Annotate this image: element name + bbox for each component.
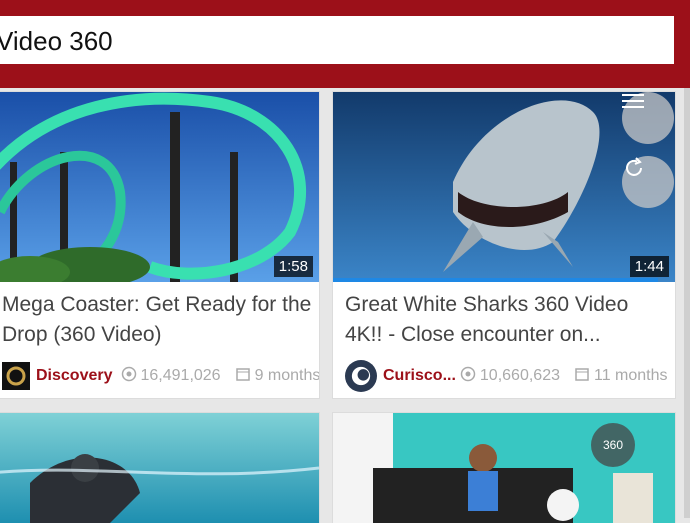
video-duration: 1:58 (273, 256, 313, 277)
view-count: 16,491,026 (140, 367, 221, 384)
watch-progress (333, 278, 658, 282)
channel-avatar[interactable] (345, 360, 377, 392)
360-video-badge: 360 (591, 423, 635, 467)
search-input[interactable] (0, 16, 678, 66)
app-header (0, 0, 690, 88)
video-title[interactable]: Mega Coaster: Get Ready for the Drop (36… (2, 290, 319, 350)
video-card[interactable]: 1:44 Great White Sharks 360 Video 4K!! -… (333, 92, 675, 398)
video-card[interactable]: 360 (333, 413, 675, 523)
video-thumbnail[interactable]: 1:44 (333, 92, 675, 282)
calendar-icon (574, 366, 590, 387)
upload-age: 11 months (593, 367, 668, 384)
video-card[interactable] (0, 413, 319, 523)
video-duration: 1:44 (629, 256, 669, 277)
scrollbar-track[interactable] (684, 88, 690, 518)
video-thumbnail[interactable]: 1:58 (0, 92, 319, 282)
channel-name[interactable]: Discovery (36, 367, 113, 385)
hamburger-icon (622, 94, 644, 108)
video-meta: Discovery 16,491,026 9 months (2, 362, 319, 390)
calendar-icon (235, 366, 251, 387)
menu-button[interactable] (622, 92, 674, 144)
eye-icon (121, 366, 137, 387)
upload-age: 9 months (254, 367, 319, 384)
video-thumbnail[interactable]: 360 (333, 413, 675, 523)
view-count: 10,660,623 (479, 367, 560, 384)
video-meta: Curisco... 10,660,623 11 months (345, 360, 668, 392)
video-title[interactable]: Great White Sharks 360 Video 4K!! - Clos… (345, 290, 665, 350)
search-box[interactable] (0, 16, 678, 66)
refresh-icon (626, 157, 642, 176)
video-card[interactable]: 1:58 Mega Coaster: Get Ready for the Dro… (0, 92, 319, 398)
channel-name[interactable]: Curisco... (383, 367, 456, 385)
eye-icon (460, 366, 476, 387)
360-badge-label: 360 (602, 438, 624, 452)
refresh-button[interactable] (622, 156, 674, 208)
channel-avatar[interactable] (2, 362, 30, 390)
video-thumbnail[interactable] (0, 413, 319, 523)
